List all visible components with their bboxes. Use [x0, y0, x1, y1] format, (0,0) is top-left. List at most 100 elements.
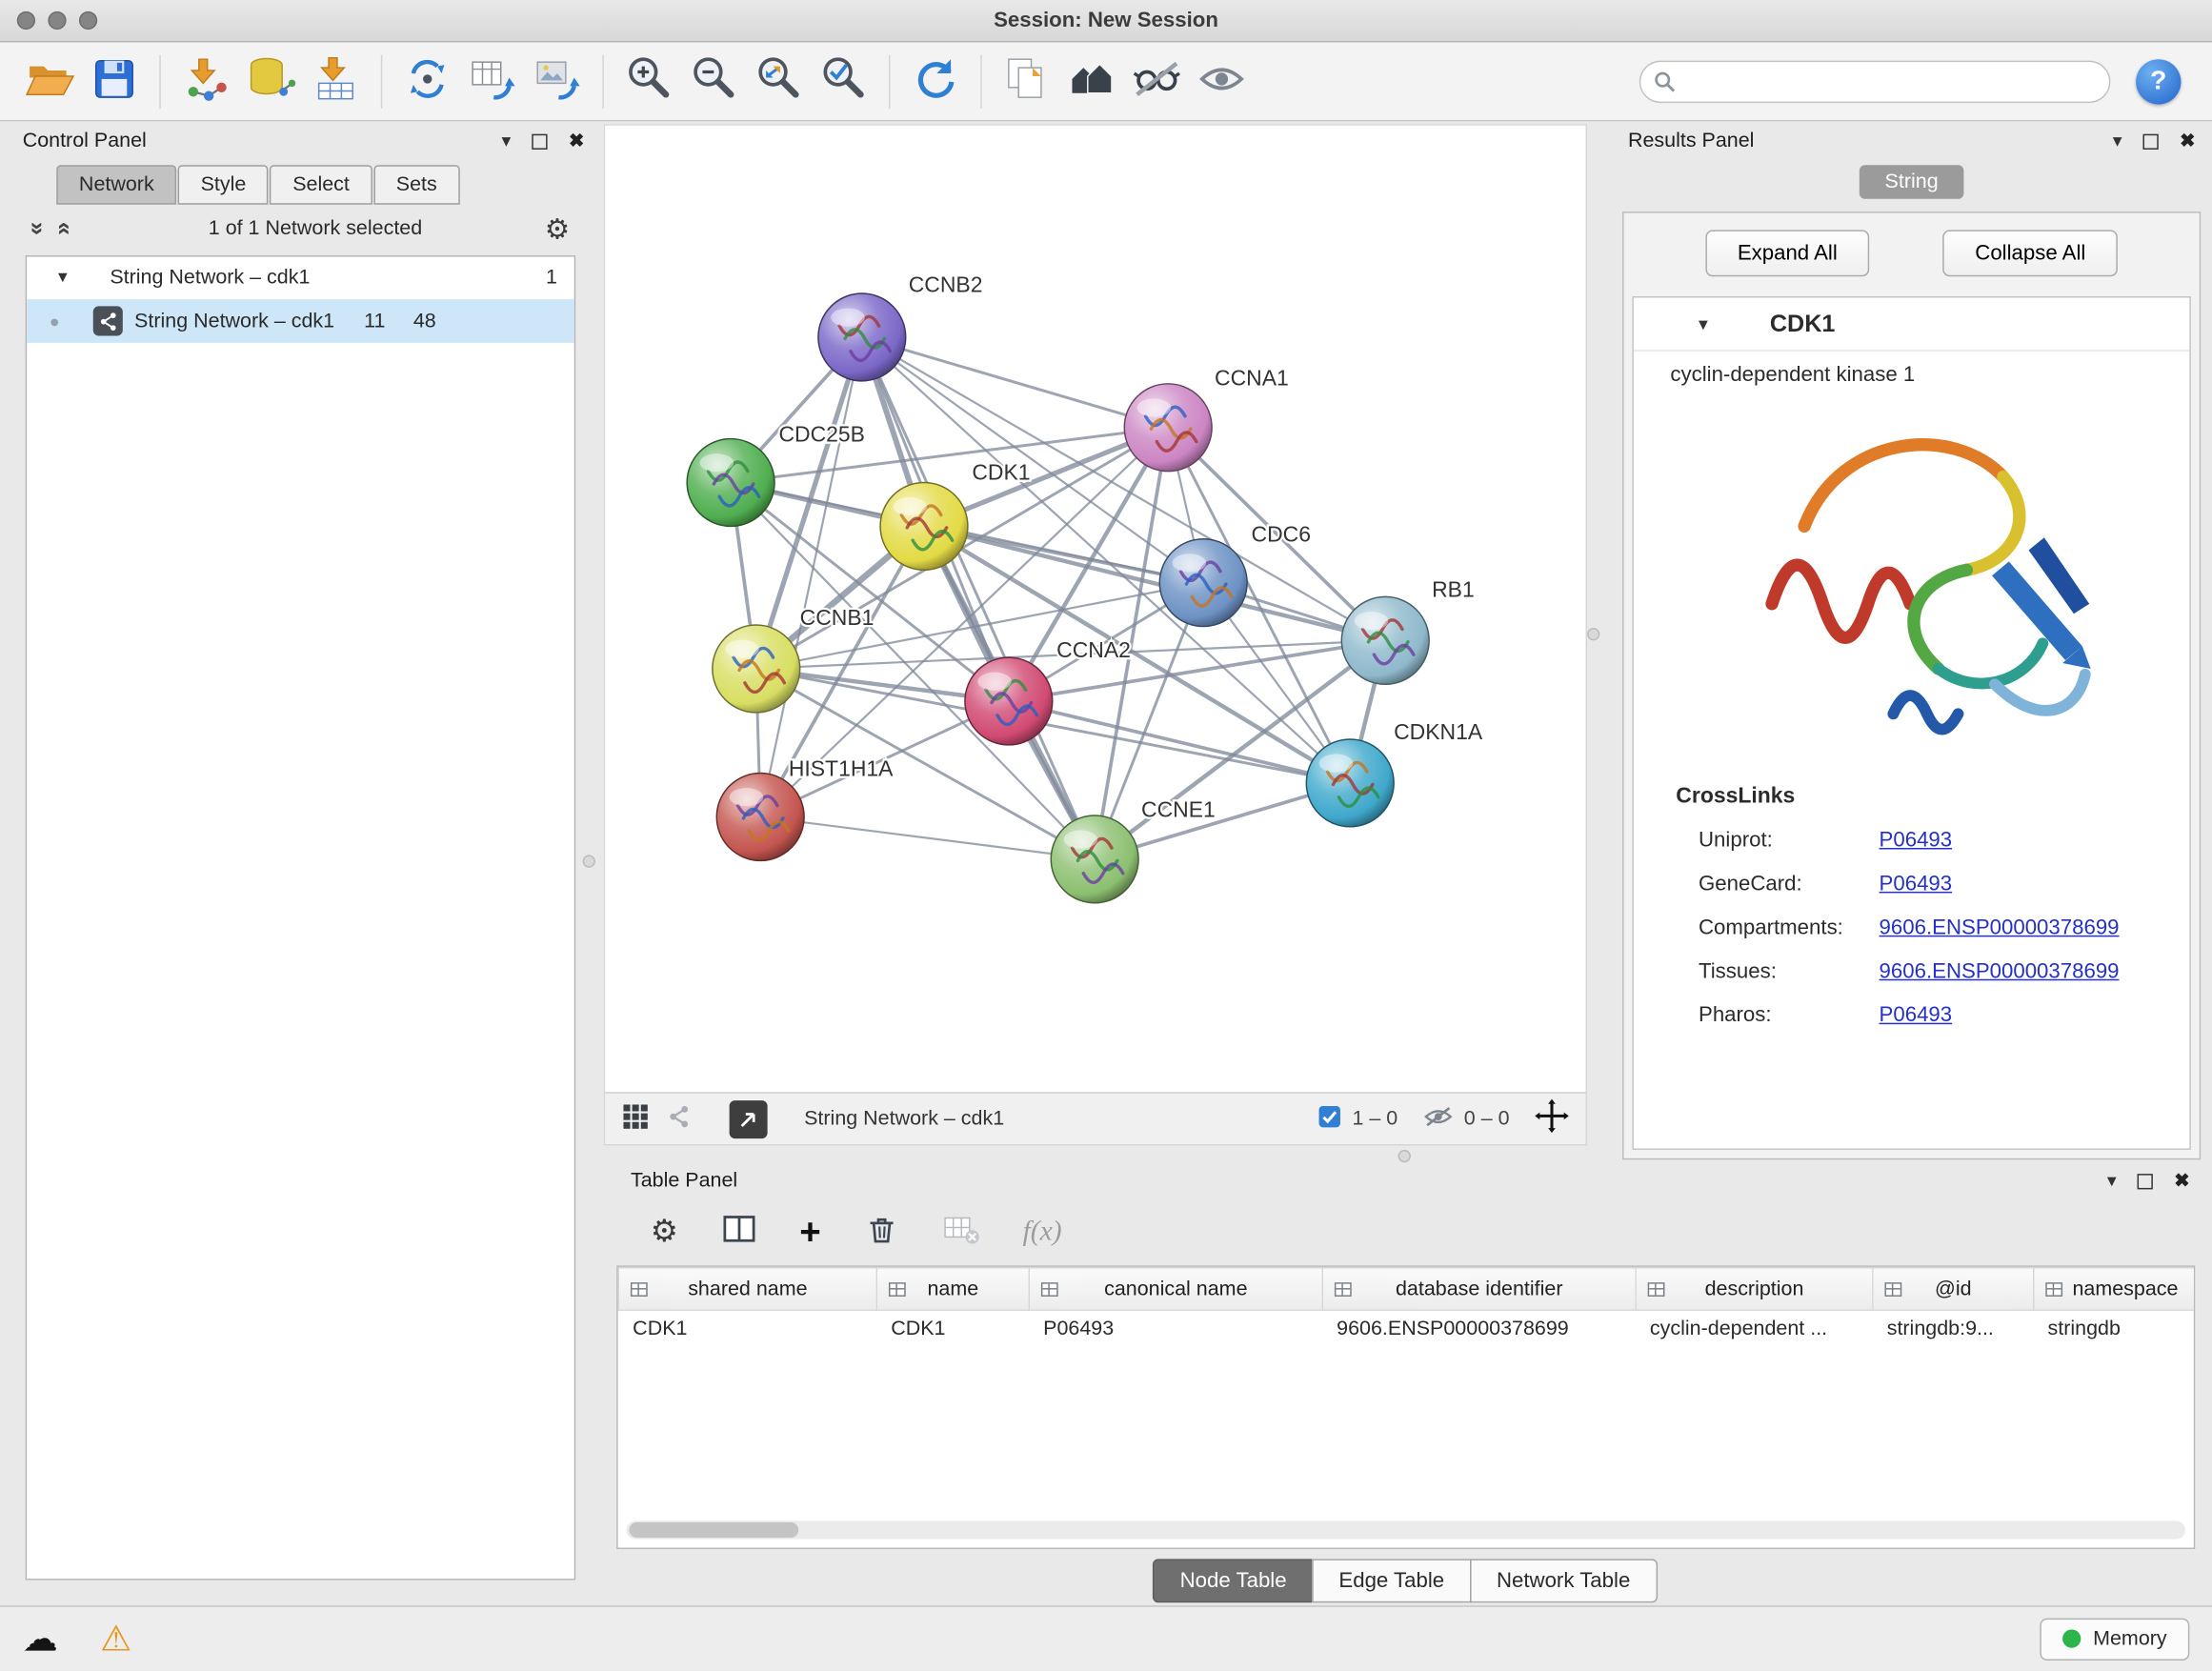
cell-name[interactable]: CDK1: [876, 1310, 1029, 1348]
column-header[interactable]: namespace: [2034, 1268, 2196, 1310]
column-header[interactable]: name: [876, 1268, 1029, 1310]
open-session-button[interactable]: [17, 49, 82, 113]
hidden-eye-slash-icon[interactable]: [1423, 1104, 1453, 1134]
zoom-out-button[interactable]: [681, 49, 746, 113]
panel-menu-icon[interactable]: ▾: [502, 130, 512, 152]
warning-icon[interactable]: ⚠: [100, 1618, 131, 1660]
column-header[interactable]: database identifier: [1322, 1268, 1636, 1310]
import-table-button[interactable]: [303, 49, 368, 113]
add-column-icon[interactable]: +: [799, 1218, 820, 1246]
expand-all-button[interactable]: Expand All: [1705, 230, 1870, 276]
tab-network[interactable]: Network: [56, 165, 176, 204]
network-node[interactable]: [965, 657, 1053, 745]
network-edge[interactable]: [760, 816, 1095, 858]
tab-network-table[interactable]: Network Table: [1470, 1559, 1658, 1602]
export-network-button[interactable]: [395, 49, 460, 113]
show-columns-icon[interactable]: [720, 1210, 757, 1254]
cell-id[interactable]: stringdb:9...: [1873, 1310, 2034, 1348]
network-row-selected[interactable]: ● String Network – cdk1 11 48: [27, 299, 574, 343]
network-node[interactable]: [1306, 739, 1394, 827]
compartments-link[interactable]: 9606.ENSP00000378699: [1880, 916, 2120, 939]
show-eye-button[interactable]: [1189, 49, 1254, 113]
network-node[interactable]: [716, 774, 804, 861]
float-panel-button[interactable]: [2143, 133, 2159, 149]
splitter-handle[interactable]: [583, 855, 595, 867]
window-zoom-button[interactable]: [79, 11, 97, 30]
network-collection-row[interactable]: ▼ String Network – cdk1 1: [27, 257, 574, 299]
network-edge[interactable]: [760, 337, 862, 817]
network-node[interactable]: [1341, 596, 1429, 684]
splitter-handle[interactable]: [1398, 1150, 1411, 1162]
column-header[interactable]: @id: [1873, 1268, 2034, 1310]
float-panel-button[interactable]: [532, 133, 547, 149]
tab-sets[interactable]: Sets: [373, 165, 459, 204]
import-network-database-button[interactable]: [238, 49, 303, 113]
copy-document-button[interactable]: [995, 49, 1059, 113]
crosshair-icon[interactable]: [1535, 1099, 1569, 1138]
cell-description[interactable]: cyclin-dependent ...: [1636, 1310, 1873, 1348]
network-node[interactable]: [1051, 815, 1138, 903]
gene-section-header[interactable]: ▾ CDK1: [1634, 297, 2189, 351]
export-image-button[interactable]: [525, 49, 590, 113]
hide-glasses-button[interactable]: [1124, 49, 1189, 113]
close-panel-button[interactable]: ✖: [569, 130, 584, 152]
window-close-button[interactable]: [17, 11, 35, 30]
collapse-all-tree-icon[interactable]: »: [24, 222, 52, 235]
import-network-file-button[interactable]: [173, 49, 238, 113]
tab-edge-table[interactable]: Edge Table: [1312, 1559, 1471, 1602]
network-node[interactable]: [1159, 539, 1247, 627]
selected-checkbox-icon[interactable]: [1317, 1104, 1340, 1134]
float-panel-button[interactable]: [2138, 1173, 2153, 1188]
expand-all-tree-icon[interactable]: «: [51, 222, 80, 235]
cell-namespace[interactable]: stringdb: [2034, 1310, 2196, 1348]
string-home-button[interactable]: [1059, 49, 1124, 113]
zoom-selected-button[interactable]: [812, 49, 876, 113]
column-header[interactable]: canonical name: [1029, 1268, 1322, 1310]
network-node[interactable]: [880, 482, 968, 570]
tab-node-table[interactable]: Node Table: [1153, 1559, 1313, 1602]
gear-icon[interactable]: ⚙: [545, 211, 571, 246]
tab-string[interactable]: String: [1860, 165, 1963, 199]
network-node[interactable]: [687, 439, 774, 527]
network-edge[interactable]: [862, 337, 1095, 859]
help-button[interactable]: ?: [2136, 58, 2181, 103]
cell-database-identifier[interactable]: 9606.ENSP00000378699: [1322, 1310, 1636, 1348]
window-minimize-button[interactable]: [48, 11, 66, 30]
apply-layout-button[interactable]: [903, 49, 968, 113]
table-row[interactable]: CDK1 CDK1 P06493 9606.ENSP00000378699 cy…: [618, 1310, 2195, 1348]
tissues-link[interactable]: 9606.ENSP00000378699: [1880, 959, 2120, 983]
birds-eye-view-icon[interactable]: [622, 1102, 649, 1135]
cloud-icon[interactable]: ☁: [23, 1618, 58, 1660]
delete-column-icon[interactable]: [863, 1210, 900, 1254]
column-header[interactable]: description: [1636, 1268, 1873, 1310]
cell-canonical-name[interactable]: P06493: [1029, 1310, 1322, 1348]
network-node[interactable]: [713, 625, 800, 713]
column-header[interactable]: shared name: [618, 1268, 876, 1310]
memory-button[interactable]: Memory: [2040, 1618, 2190, 1660]
zoom-fit-button[interactable]: [746, 49, 811, 113]
zoom-in-button[interactable]: [616, 49, 681, 113]
collapse-section-icon[interactable]: ▾: [1699, 312, 1708, 335]
uniprot-link[interactable]: P06493: [1880, 828, 1953, 852]
network-node[interactable]: [818, 293, 906, 381]
scrollbar-thumb[interactable]: [629, 1522, 798, 1538]
cell-shared-name[interactable]: CDK1: [618, 1310, 876, 1348]
panel-menu-icon[interactable]: ▾: [2107, 1170, 2117, 1193]
collapse-all-button[interactable]: Collapse All: [1942, 230, 2118, 276]
export-table-button[interactable]: [460, 49, 525, 113]
share-network-icon[interactable]: [666, 1102, 693, 1135]
table-settings-gear-icon[interactable]: ⚙: [651, 1214, 678, 1251]
tab-select[interactable]: Select: [270, 165, 372, 204]
search-input[interactable]: [1639, 60, 2111, 102]
open-in-new-window-button[interactable]: [730, 1099, 768, 1137]
pharos-link[interactable]: P06493: [1880, 1003, 1953, 1027]
network-canvas[interactable]: CCNB2CCNA1CDC25BCDK1CDC6RB1CCNB1CCNA2CDK…: [605, 126, 1585, 1092]
tree-expander-icon[interactable]: ▼: [55, 270, 70, 287]
splitter-handle[interactable]: [1587, 628, 1599, 640]
save-session-button[interactable]: [82, 49, 147, 113]
network-edge[interactable]: [862, 337, 1168, 428]
genecard-link[interactable]: P06493: [1880, 872, 1953, 896]
close-panel-button[interactable]: ✖: [2174, 1170, 2189, 1193]
horizontal-scrollbar[interactable]: [627, 1520, 2185, 1539]
panel-menu-icon[interactable]: ▾: [2113, 130, 2122, 152]
